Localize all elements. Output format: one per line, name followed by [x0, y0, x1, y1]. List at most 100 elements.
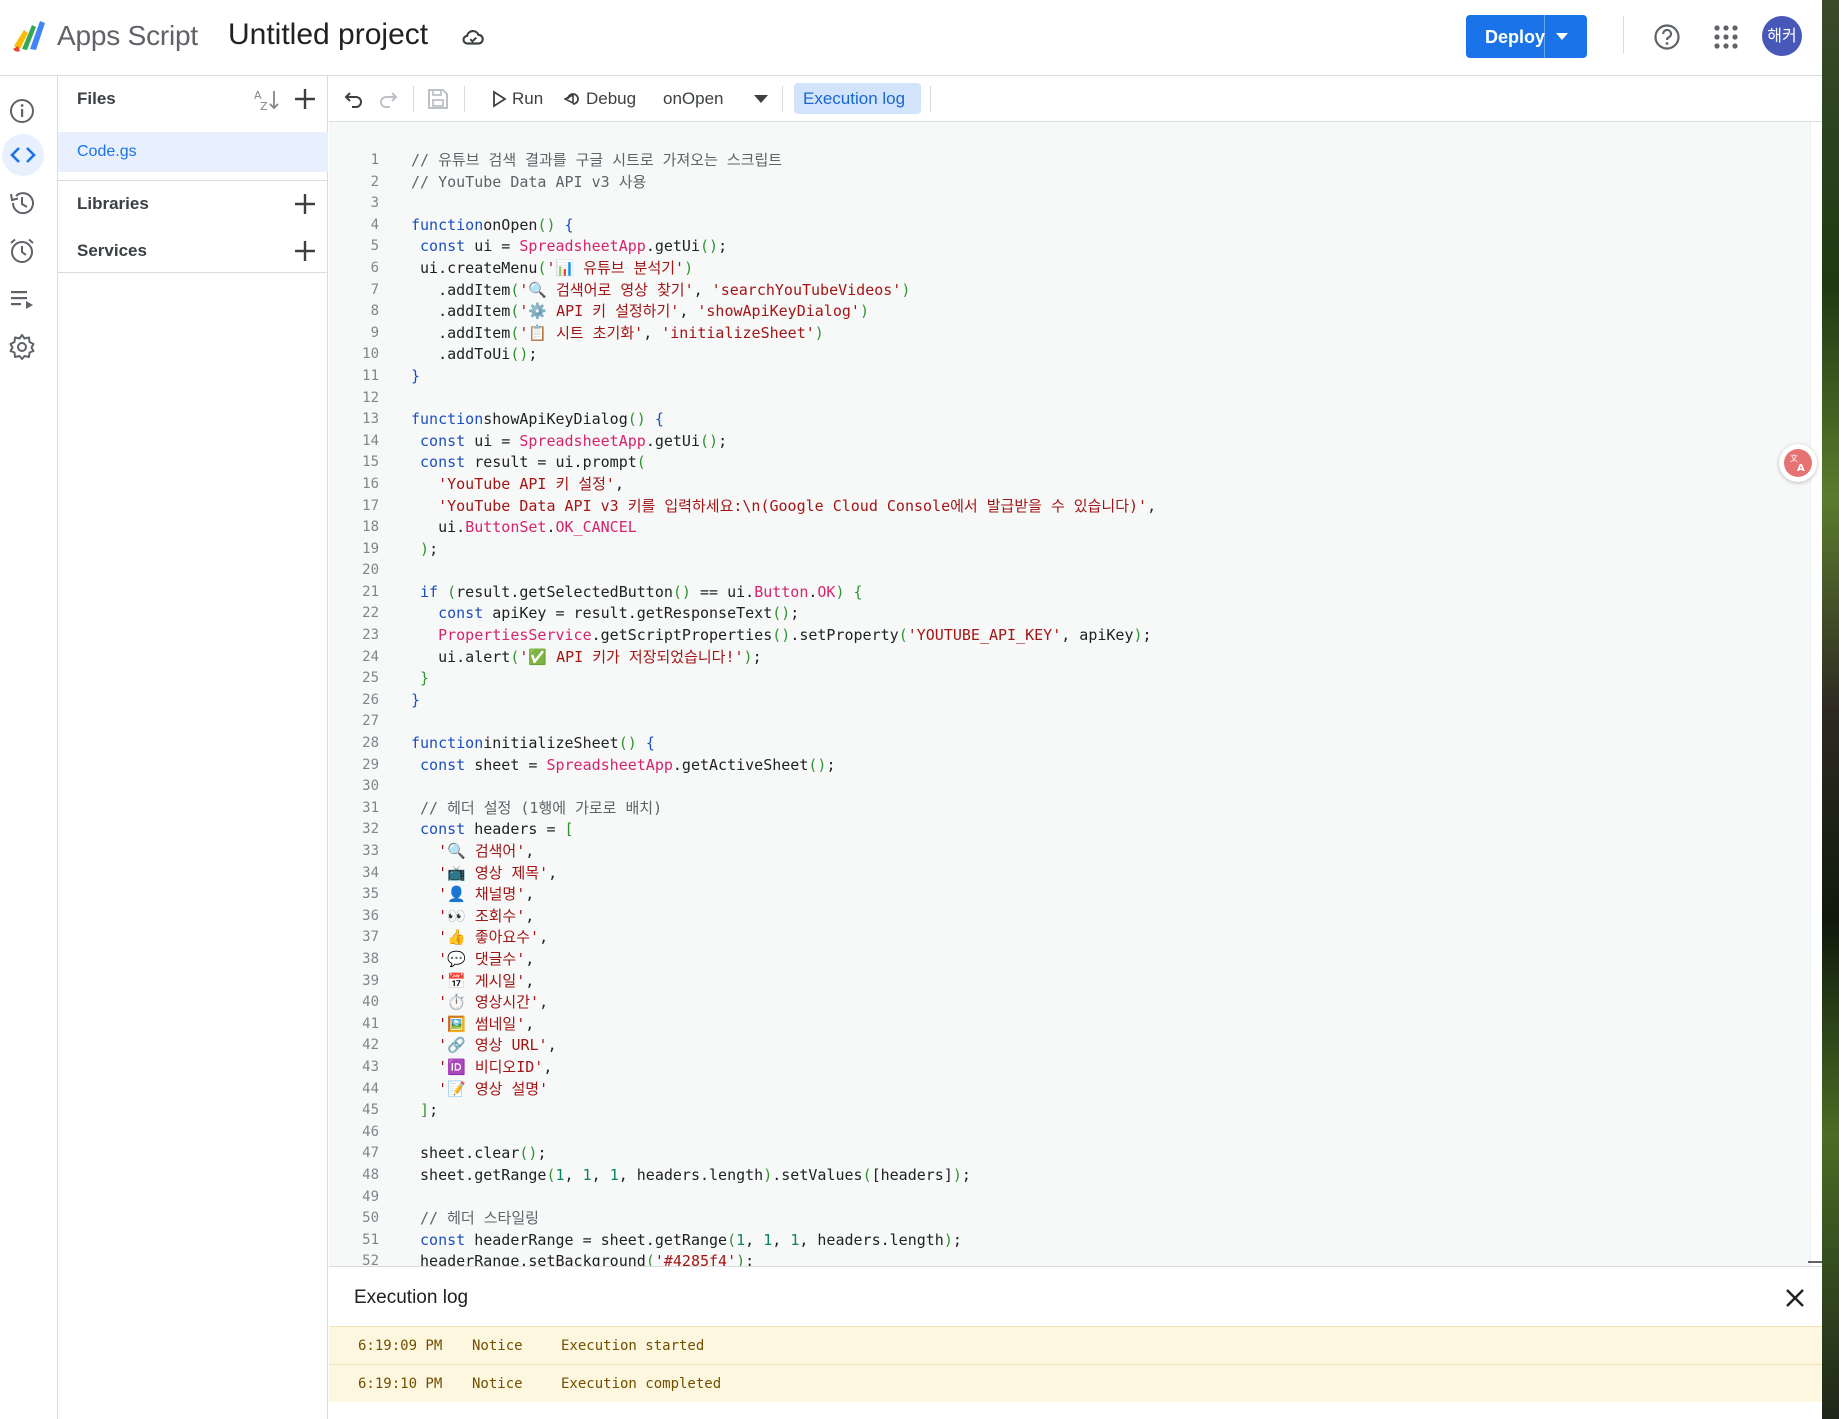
code-token: SpreadsheetApp	[546, 755, 673, 774]
line-number: 44	[362, 1080, 379, 1097]
code-line: '📺 영상 제목',	[411, 863, 1791, 885]
code-token: )	[952, 1165, 962, 1184]
log-level: Notice	[472, 1338, 523, 1354]
run-button[interactable]: Run	[490, 86, 550, 112]
code-token: 1	[582, 1165, 592, 1184]
code-token: 1	[609, 1165, 619, 1184]
undo-icon[interactable]	[342, 87, 366, 111]
add-file-plus-icon[interactable]	[292, 86, 318, 112]
line-number: 19	[362, 540, 379, 557]
code-editor[interactable]: 1 2 3 4 5 6 7 8 9 10 11 12 13 14 15 16 17 18 19 20 21 22 23 24 2…	[329, 122, 1810, 1266]
line-number: 4	[370, 216, 379, 233]
code-line: // 헤더 스타일링	[411, 1208, 1791, 1230]
apps-script-logo-icon[interactable]	[10, 16, 50, 56]
code-token: , headers.length	[618, 1165, 764, 1184]
scrollbar-thumb[interactable]	[1808, 1261, 1822, 1263]
code-token: ()	[808, 755, 827, 774]
line-number: 17	[362, 497, 379, 514]
code-token: ()	[510, 345, 529, 364]
code-line: const result = ui.prompt(	[411, 452, 1791, 474]
info-icon	[10, 99, 34, 123]
code-line: sheet.clear();	[411, 1143, 1791, 1165]
line-number: 5	[370, 238, 379, 255]
save-icon[interactable]	[426, 87, 450, 111]
debug-label: Debug	[586, 89, 637, 108]
redo-icon[interactable]	[376, 87, 400, 111]
code-content[interactable]: // 유튜브 검색 결과를 구글 시트로 가져오는 스크립트 // YouTube…	[411, 150, 1791, 1266]
translate-icon[interactable]: 文 A	[1779, 444, 1817, 482]
code-token: (	[898, 626, 908, 645]
code-line: '⏱️ 영상시간',	[411, 992, 1791, 1014]
code-line: '👤 채널명',	[411, 884, 1791, 906]
code-token: const	[420, 755, 466, 774]
add-service-plus-icon[interactable]	[292, 238, 318, 264]
chevron-down-icon[interactable]	[752, 92, 770, 106]
debug-button[interactable]: Debug	[564, 86, 646, 112]
editor-scrollbar[interactable]	[1810, 122, 1822, 1266]
line-number: 11	[362, 367, 379, 384]
code-token: sheet.getRange	[411, 1165, 547, 1184]
code-token: }	[420, 669, 430, 688]
sort-az-icon[interactable]: A Z	[252, 86, 280, 114]
function-select[interactable]: onOpen	[663, 89, 724, 109]
close-icon[interactable]	[1782, 1285, 1808, 1311]
code-token: sheet.clear	[411, 1144, 520, 1163]
app-name[interactable]: Apps Script	[57, 20, 198, 52]
line-number: 47	[362, 1145, 379, 1162]
execution-log-button[interactable]: Execution log	[794, 83, 921, 114]
editor-button[interactable]	[2, 134, 44, 176]
executions-button[interactable]	[5, 282, 39, 316]
code-line: '🆔 비디오ID',	[411, 1057, 1791, 1079]
code-token: )	[736, 1252, 746, 1266]
code-token: // YouTube Data API v3 사용	[411, 172, 647, 191]
code-token: .addItem	[411, 280, 511, 299]
code-token: function	[411, 215, 484, 234]
code-token: Button	[754, 582, 809, 601]
file-item-code-gs[interactable]: Code.gs	[58, 132, 328, 172]
code-token: )	[763, 1165, 773, 1184]
code-token: ;	[429, 539, 439, 558]
code-token: )	[814, 323, 824, 342]
project-settings-button[interactable]	[5, 330, 39, 364]
services-header: Services	[58, 228, 328, 274]
project-history-button[interactable]	[5, 186, 39, 220]
toolbar-divider	[413, 86, 414, 112]
add-library-plus-icon[interactable]	[292, 191, 318, 217]
toolbar-divider	[930, 86, 931, 112]
files-label: Files	[77, 89, 116, 108]
line-number: 25	[362, 670, 379, 687]
code-line: '👀 조회수',	[411, 906, 1791, 928]
code-line: .addItem('🔍 검색어로 영상 찾기', 'searchYouTubeV…	[411, 280, 1791, 302]
code-token: function	[411, 734, 484, 753]
code-token: )	[420, 539, 430, 558]
line-number: 41	[362, 1015, 379, 1032]
code-token: .addItem	[411, 302, 511, 321]
code-token: (	[636, 453, 646, 472]
code-token: '👀 조회수'	[438, 906, 526, 925]
project-title[interactable]: Untitled project	[228, 18, 428, 52]
apps-grid-icon[interactable]	[1713, 24, 1739, 50]
code-token: , apiKey	[1061, 626, 1134, 645]
line-number: 36	[362, 907, 379, 924]
help-icon[interactable]	[1652, 22, 1682, 52]
line-number: 13	[362, 411, 379, 428]
code-token: )	[859, 302, 869, 321]
code-token: ;	[528, 345, 538, 364]
avatar[interactable]: 해커	[1762, 16, 1802, 56]
code-token: .getScriptProperties	[591, 626, 773, 645]
code-token: 'searchYouTubeVideos'	[711, 280, 902, 299]
deploy-button[interactable]: Deploy	[1466, 15, 1587, 58]
triggers-button[interactable]	[5, 234, 39, 268]
chevron-down-icon[interactable]	[1552, 29, 1572, 45]
code-token: [	[564, 820, 574, 839]
line-number: 42	[362, 1037, 379, 1054]
overview-button[interactable]	[5, 94, 39, 128]
background-window-edge	[1822, 0, 1839, 1419]
